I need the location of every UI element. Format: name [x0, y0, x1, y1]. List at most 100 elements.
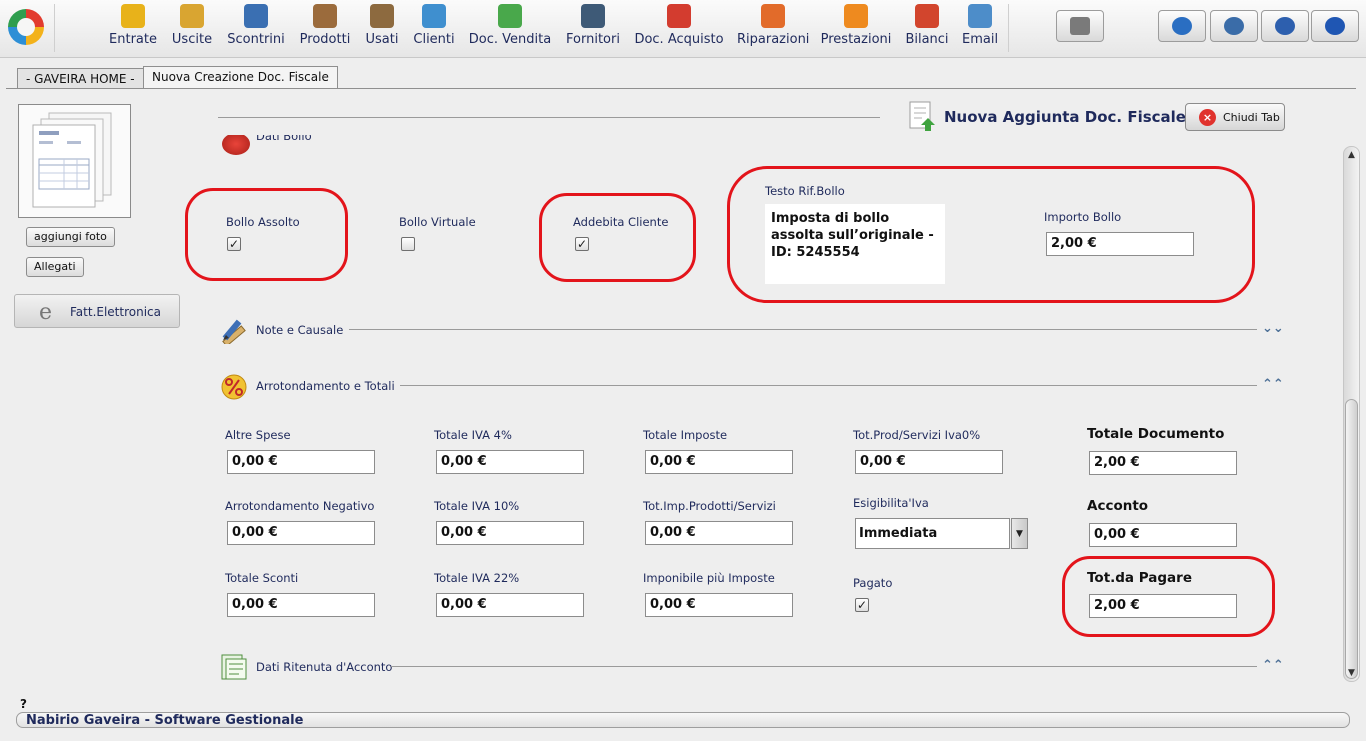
toolbar-button-doc-acquisto[interactable]: Doc. Acquisto — [634, 4, 724, 52]
scroll-up-arrow-icon[interactable]: ▲ — [1346, 151, 1357, 160]
toolbar-button-prestazioni[interactable]: Prestazioni — [820, 4, 892, 52]
e-invoice-label: Fatt.Elettronica — [70, 305, 161, 319]
toolbar-button-label: Riparazioni — [737, 32, 810, 47]
settings-button[interactable] — [1210, 10, 1258, 42]
toolbar-button-label: Uscite — [171, 32, 213, 47]
totale-documento-field[interactable]: 2,00 € — [1089, 451, 1237, 475]
section-note-label[interactable]: Note e Causale — [256, 323, 343, 337]
toolbar-button-prodotti[interactable]: Prodotti — [297, 4, 353, 52]
toolbar-button-entrate[interactable]: Entrate — [107, 4, 159, 52]
e-invoice-icon: e — [39, 300, 53, 325]
importo-bollo-field[interactable]: 2,00 € — [1046, 232, 1194, 256]
invoice-thumbnail[interactable] — [18, 104, 131, 218]
addebita-cliente-checkbox[interactable]: ✓ — [575, 237, 589, 251]
power-icon — [1325, 17, 1345, 35]
vertical-scrollbar[interactable]: ▲ ▼ — [1343, 146, 1360, 682]
toolbar-separator — [1008, 4, 1009, 52]
email-icon — [968, 4, 992, 28]
toolbar-button-uscite[interactable]: Uscite — [170, 4, 214, 52]
keyboard-button[interactable] — [1158, 10, 1206, 42]
testo-rif-bollo-field[interactable]: Imposta di bollo assolta sull’originale … — [765, 204, 945, 284]
toolbar-button-label: Fornitori — [566, 32, 620, 47]
page-title: Nuova Aggiunta Doc. Fiscale — [944, 108, 1186, 126]
percentage-coins-icon — [219, 372, 249, 402]
minimize-button[interactable] — [1261, 10, 1309, 42]
totale-iva-22-label: Totale IVA 22% — [434, 571, 520, 585]
pagato-checkbox[interactable]: ✓ — [855, 598, 869, 612]
chevron-up-icon[interactable]: ⌃⌃ — [1262, 659, 1284, 673]
imponibile-imposte-field[interactable]: 0,00 € — [645, 593, 793, 617]
chevron-down-icon[interactable]: ▼ — [1011, 518, 1028, 549]
acconto-label: Acconto — [1087, 498, 1149, 514]
cash-register-icon — [1070, 17, 1090, 35]
section-totali-label[interactable]: Arrotondamento e Totali — [256, 379, 395, 393]
help-icon[interactable]: ? — [20, 697, 27, 711]
scroll-down-arrow-icon[interactable]: ▼ — [1346, 669, 1357, 678]
e-invoice-button[interactable]: e Fatt.Elettronica — [14, 294, 180, 328]
cash-register-button[interactable] — [1056, 10, 1104, 42]
toolbar-button-label: Prodotti — [299, 32, 351, 47]
header-divider — [218, 117, 880, 118]
esigibilita-iva-select[interactable]: Immediata ▼ — [855, 518, 1029, 549]
totale-iva-10-field[interactable]: 0,00 € — [436, 521, 584, 545]
section-dati-bollo-header[interactable]: Dati Bollo ⌃⌃ — [218, 135, 1288, 161]
toolbar-button-label: Scontrini — [227, 32, 285, 47]
tab-divider — [6, 88, 1356, 89]
totale-iva-4-label: Totale IVA 4% — [434, 428, 512, 442]
boxes-icon — [313, 4, 337, 28]
esigibilita-iva-value[interactable]: Immediata — [855, 518, 1010, 549]
totale-sconti-field[interactable]: 0,00 € — [227, 593, 375, 617]
esigibilita-iva-label: Esigibilita'Iva — [853, 496, 929, 510]
totale-imposte-field[interactable]: 0,00 € — [645, 450, 793, 474]
bollo-assolto-checkbox[interactable]: ✓ — [227, 237, 241, 251]
toolbar-button-fornitori[interactable]: Fornitori — [565, 4, 621, 52]
section-divider — [391, 666, 1257, 667]
totale-iva-4-field[interactable]: 0,00 € — [436, 450, 584, 474]
minimize-icon — [1275, 17, 1295, 35]
altre-spese-field[interactable]: 0,00 € — [227, 450, 375, 474]
arrotondamento-negativo-field[interactable]: 0,00 € — [227, 521, 375, 545]
toolbar-button-doc-vendita[interactable]: Doc. Vendita — [468, 4, 552, 52]
toolbar-separator — [54, 4, 55, 52]
box-icon — [370, 4, 394, 28]
highlight-bollo-assolto — [185, 188, 348, 281]
toolbar-button-usati[interactable]: Usati — [364, 4, 400, 52]
toolbar-button-riparazioni[interactable]: Riparazioni — [737, 4, 809, 52]
toolbar-button-scontrini[interactable]: Scontrini — [226, 4, 286, 52]
tot-prod-iva0-field[interactable]: 0,00 € — [855, 450, 1003, 474]
chevron-up-icon[interactable]: ⌃⌃ — [1262, 135, 1284, 145]
customer-icon — [422, 4, 446, 28]
close-tab-button[interactable]: × Chiudi Tab — [1185, 103, 1285, 131]
tab-new-fiscal-document[interactable]: Nuova Creazione Doc. Fiscale — [143, 66, 338, 89]
arrotondamento-negativo-label: Arrotondamento Negativo — [225, 499, 375, 513]
bollo-assolto-label: Bollo Assolto — [226, 215, 300, 229]
chevron-down-icon[interactable]: ⌄⌄ — [1262, 322, 1284, 336]
pencil-ruler-icon — [219, 314, 249, 347]
app-logo-icon[interactable] — [8, 9, 44, 45]
toolbar-button-clienti[interactable]: Clienti — [413, 4, 455, 52]
altre-spese-label: Altre Spese — [225, 428, 291, 442]
acconto-field[interactable]: 0,00 € — [1089, 523, 1237, 547]
bollo-virtuale-checkbox[interactable] — [401, 237, 415, 251]
toolbar-button-email[interactable]: Email — [962, 4, 998, 52]
tot-imp-prodotti-field[interactable]: 0,00 € — [645, 521, 793, 545]
highlight-addebita-cliente — [539, 193, 696, 282]
bollo-virtuale-label: Bollo Virtuale — [399, 215, 476, 229]
section-ritenuta-label[interactable]: Dati Ritenuta d'Acconto — [256, 660, 392, 674]
scrollbar-thumb[interactable] — [1345, 399, 1358, 679]
status-bar: Nabirio Gaveira - Software Gestionale — [16, 712, 1350, 728]
toolbar-button-label: Email — [962, 32, 999, 47]
section-divider — [400, 385, 1257, 386]
totale-iva-22-field[interactable]: 0,00 € — [436, 593, 584, 617]
add-photo-button[interactable]: aggiungi foto — [26, 227, 115, 247]
tax-form-icon — [219, 652, 249, 682]
totale-iva-10-label: Totale IVA 10% — [434, 499, 520, 513]
toolbar-button-bilanci[interactable]: Bilanci — [904, 4, 950, 52]
chevron-up-icon[interactable]: ⌃⌃ — [1262, 378, 1284, 392]
tab-gaveira-home[interactable]: - GAVEIRA HOME - — [17, 68, 144, 89]
testo-rif-bollo-label: Testo Rif.Bollo — [765, 184, 845, 198]
attachments-button[interactable]: Allegati — [26, 257, 84, 277]
balance-icon — [915, 4, 939, 28]
power-button[interactable] — [1311, 10, 1359, 42]
tot-da-pagare-field[interactable]: 2,00 € — [1089, 594, 1237, 618]
